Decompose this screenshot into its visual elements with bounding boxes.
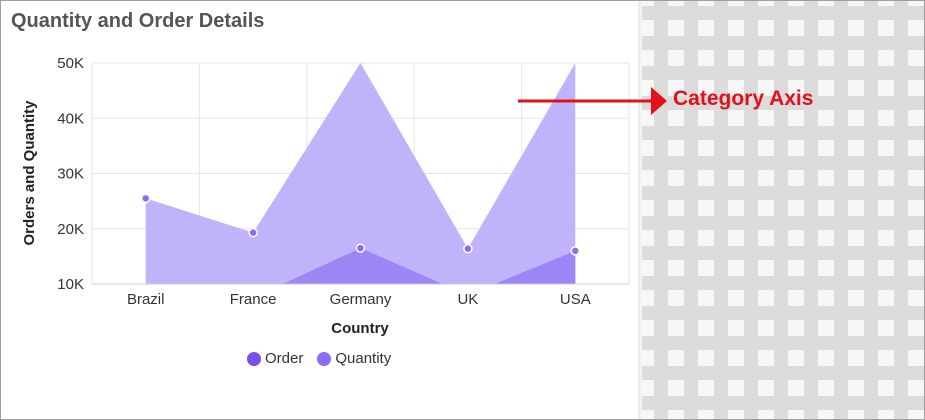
y-axis-title: Orders and Quantity xyxy=(21,100,38,246)
x-tick-label: Brazil xyxy=(127,291,165,308)
annotation-layer xyxy=(518,87,667,115)
x-tick-label: Germany xyxy=(330,291,392,308)
y-tick-label: 40K xyxy=(57,110,84,127)
annotation-label-category-axis: Category Axis xyxy=(673,87,814,110)
chart-legend: Order Quantity xyxy=(247,350,391,367)
marker-quantity-brazil xyxy=(140,193,151,204)
legend-label-order: Order xyxy=(265,350,304,367)
y-tick-label: 10K xyxy=(57,276,84,293)
legend-item-order[interactable]: Order xyxy=(247,350,303,367)
x-tick-label: UK xyxy=(457,291,478,308)
chart-frame: Quantity and Order Details 10K 20K 30K 40K 5… xyxy=(0,0,925,420)
marker-order-germany xyxy=(355,243,366,253)
y-tick-label: 20K xyxy=(57,221,84,238)
series-layer xyxy=(140,63,581,284)
x-tick-label: France xyxy=(230,291,277,308)
area-chart: 10K 20K 30K 40K 50K Brazil France Germany UK USA C… xyxy=(21,55,667,337)
legend-item-quantity[interactable]: Quantity xyxy=(317,350,391,367)
legend-swatch-quantity xyxy=(317,351,332,366)
legend-label-quantity: Quantity xyxy=(335,350,392,367)
y-tick-label: 50K xyxy=(57,55,84,72)
marker-quantity-uk xyxy=(463,243,473,254)
annotation-arrow-head xyxy=(651,87,667,115)
y-tick-label: 30K xyxy=(57,166,84,183)
x-tick-label: USA xyxy=(560,291,591,308)
x-axis-title: Country xyxy=(331,320,389,337)
marker-quantity-france xyxy=(248,227,258,238)
marker-order-usa xyxy=(570,246,581,256)
legend-swatch-order xyxy=(247,351,261,366)
